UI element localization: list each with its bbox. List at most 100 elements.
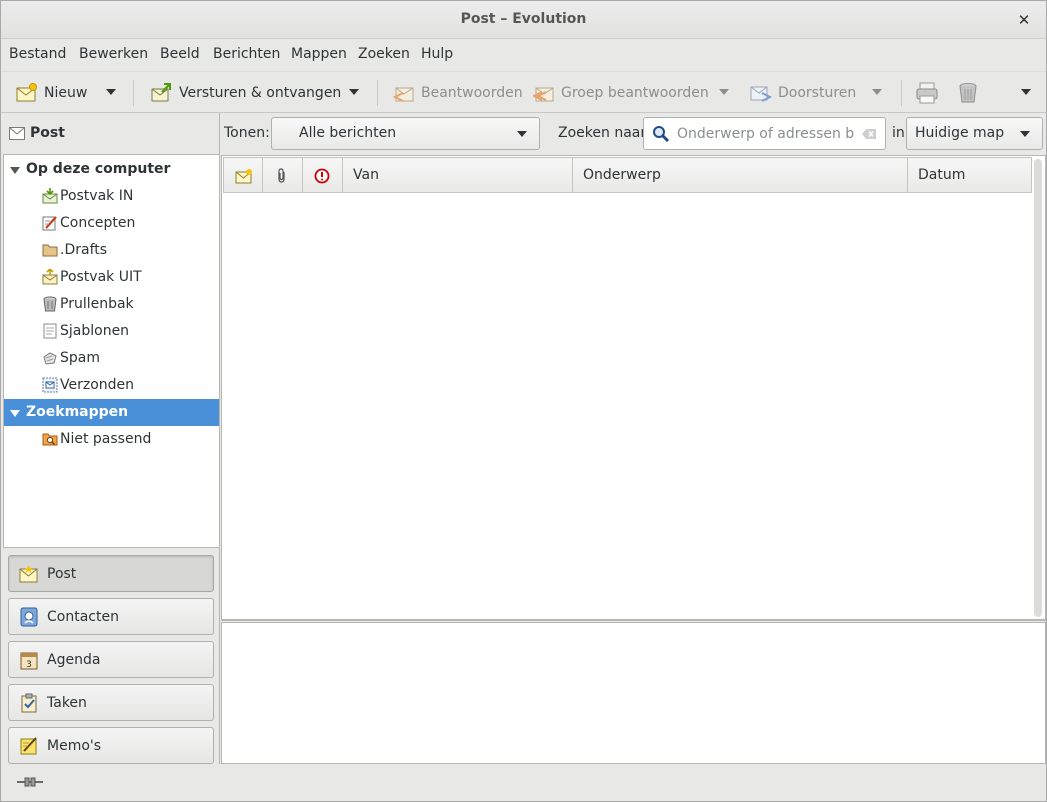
close-icon[interactable]: ✕ [1014,10,1034,30]
folder-spam[interactable]: Spam [4,345,219,372]
switch-label: Agenda [47,651,101,668]
folder-zoekmappen[interactable]: Zoekmappen [4,399,219,426]
folder-label: Verzonden [60,377,135,393]
reply-group-dropdown-icon[interactable] [719,89,729,95]
toolbar-overflow-icon[interactable] [1021,89,1031,95]
reply-group-icon [533,87,554,102]
column-label: Onderwerp [583,167,661,183]
folder-prullenbak[interactable]: Prullenbak [4,291,219,318]
message-list-scrollbar[interactable] [1034,159,1042,617]
folder-niet-passend[interactable]: Niet passend [4,426,219,453]
envelope-icon [235,169,252,184]
search-folder-icon [42,433,58,446]
mail-icon [19,564,38,582]
menu-bewerken[interactable]: Bewerken [79,46,148,62]
trash-icon [43,296,57,312]
menu-berichten[interactable]: Berichten [213,46,280,62]
show-filter-combo[interactable]: Alle berichten [271,117,540,150]
evolution-window: Post – Evolution ✕ Bestand Bewerken Beel… [0,0,1047,802]
send-receive-button[interactable]: Versturen & ontvangen [151,78,341,108]
folder-account[interactable]: Op deze computer [4,156,219,183]
column-date[interactable]: Datum [907,157,1032,193]
menu-beeld[interactable]: Beeld [160,46,200,62]
folder-postvak-in[interactable]: Postvak IN [4,183,219,210]
in-label: in [892,125,905,141]
delete-button[interactable] [957,78,979,108]
chevron-down-icon [1020,131,1030,137]
show-filter-value: Alle berichten [299,125,397,141]
forward-button[interactable]: Doorsturen [750,78,856,108]
outbox-icon [42,269,58,285]
online-status-icon[interactable] [16,775,44,789]
search-box[interactable] [643,117,886,150]
folder-label: Postvak IN [60,188,134,204]
menu-mappen[interactable]: Mappen [291,46,347,62]
svg-text:3: 3 [26,660,32,670]
switch-memos-button[interactable]: Memo's [8,727,214,764]
switch-agenda-button[interactable]: 3 Agenda [8,641,214,678]
toolbar-separator [377,80,378,106]
send-receive-dropdown-icon[interactable] [349,89,359,95]
new-dropdown-icon[interactable] [106,89,116,95]
menu-zoeken[interactable]: Zoeken [358,46,410,62]
clear-icon[interactable] [861,128,877,140]
search-label: Zoeken naar: [558,125,651,141]
menu-hulp[interactable]: Hulp [421,46,453,62]
toolbar-separator [133,80,134,106]
reply-label: Beantwoorden [421,85,523,101]
tasks-icon [21,693,37,712]
column-subject[interactable]: Onderwerp [572,157,908,193]
send-receive-label: Versturen & ontvangen [179,85,342,101]
folder-sjablonen[interactable]: Sjablonen [4,318,219,345]
reply-button[interactable]: Beantwoorden [393,78,523,108]
folder-postvak-uit[interactable]: Postvak UIT [4,264,219,291]
expander-icon[interactable] [10,167,20,174]
sidebar-header: Post [1,113,220,155]
preview-pane [221,622,1046,764]
folder-verzonden[interactable]: Verzonden [4,372,219,399]
memo-icon [20,736,37,754]
chevron-down-icon [517,131,527,137]
title-bar: Post – Evolution ✕ [1,1,1046,39]
drafts-icon [42,216,57,231]
component-switcher: Post Contacten 3 Agenda Taken Memo's [1,548,220,764]
folder-label: Postvak UIT [60,269,142,285]
send-receive-icon [151,83,171,102]
folder-label: Concepten [60,215,136,231]
forward-dropdown-icon[interactable] [872,89,882,95]
column-from[interactable]: Van [342,157,573,193]
sent-icon [42,377,58,393]
menu-bar: Bestand Bewerken Beeld Berichten Mappen … [1,39,1046,71]
search-input[interactable] [675,123,857,145]
folder-concepten[interactable]: Concepten [4,210,219,237]
print-button[interactable] [915,78,939,108]
folder-label: Spam [60,350,100,366]
attachment-icon [278,168,285,183]
new-mail-icon [16,83,37,102]
column-attachment[interactable] [262,157,303,193]
switch-label: Taken [47,694,87,711]
switch-post-button[interactable]: Post [8,555,214,592]
new-label: Nieuw [44,85,88,101]
reply-icon [393,87,414,102]
folder-label: Prullenbak [60,296,134,312]
folder-icon [42,244,58,257]
important-icon [314,168,330,184]
message-list[interactable]: Van Onderwerp Datum [221,155,1046,621]
search-scope-value: Huidige map [915,125,1005,141]
search-scope-combo[interactable]: Huidige map [906,117,1043,150]
folder-tree: Op deze computer Postvak IN Concepten .D… [3,154,220,548]
templates-icon [43,323,57,339]
show-label: Tonen: [224,125,270,141]
switch-taken-button[interactable]: Taken [8,684,214,721]
reply-group-button[interactable]: Groep beantwoorden [533,78,709,108]
folder-drafts[interactable]: .Drafts [4,237,219,264]
new-button[interactable]: Nieuw [16,78,87,108]
switch-contacten-button[interactable]: Contacten [8,598,214,635]
search-icon [653,126,670,143]
column-importance[interactable] [302,157,343,193]
column-status[interactable] [223,157,263,193]
menu-bestand[interactable]: Bestand [9,46,66,62]
toolbar-separator [901,80,902,106]
expander-icon[interactable] [10,410,20,417]
